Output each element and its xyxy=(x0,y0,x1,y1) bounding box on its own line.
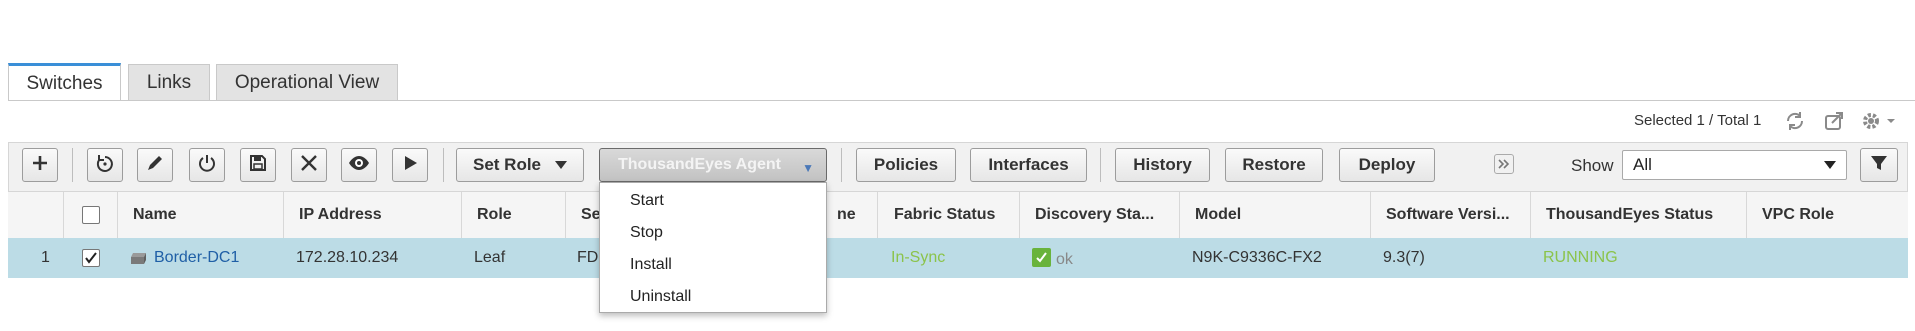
toolbar-separator xyxy=(443,148,444,182)
tab-switches[interactable]: Switches xyxy=(8,63,121,101)
column-separator xyxy=(461,192,462,238)
menu-item-uninstall[interactable]: Uninstall xyxy=(600,281,826,313)
set-role-dropdown[interactable]: Set Role xyxy=(456,148,584,182)
row-index: 1 xyxy=(41,249,50,266)
cell-thousandeyes-status: RUNNING xyxy=(1543,249,1618,266)
cell-serial: FD xyxy=(577,249,599,266)
expand-icon[interactable] xyxy=(1494,154,1514,174)
cell-fabric-status: In-Sync xyxy=(891,249,946,266)
filter-icon xyxy=(1869,153,1889,178)
show-filter-value: All xyxy=(1633,155,1652,174)
restore-button[interactable]: Restore xyxy=(1225,148,1323,182)
table-row[interactable] xyxy=(8,238,1908,278)
rediscover-button[interactable] xyxy=(87,148,123,182)
sync-icon[interactable] xyxy=(1782,108,1808,134)
cell-ip-address: 172.28.10.234 xyxy=(296,249,399,266)
history-button[interactable]: History xyxy=(1115,148,1210,182)
cell-model: N9K-C9336C-FX2 xyxy=(1192,249,1322,266)
select-all-checkbox[interactable] xyxy=(82,206,100,224)
chevron-down-icon: ▼ xyxy=(802,161,814,175)
column-header-model[interactable]: Model xyxy=(1195,206,1241,224)
toolbar-separator xyxy=(72,148,73,182)
column-separator xyxy=(1370,192,1371,238)
run-button[interactable] xyxy=(392,148,428,182)
filter-button[interactable] xyxy=(1860,148,1898,182)
toolbar-separator xyxy=(1100,148,1101,182)
column-separator xyxy=(877,192,878,238)
save-button[interactable] xyxy=(240,148,276,182)
cell-role: Leaf xyxy=(474,249,506,266)
view-button[interactable] xyxy=(341,148,377,182)
column-header-vpc-role[interactable]: VPC Role xyxy=(1762,206,1834,224)
power-icon xyxy=(197,153,217,178)
column-header-name[interactable]: Name xyxy=(133,206,177,224)
column-header-discovery-status[interactable]: Discovery Sta... xyxy=(1035,206,1154,224)
menu-item-stop[interactable]: Stop xyxy=(600,217,826,249)
selection-summary: Selected 1 / Total 1 xyxy=(1634,112,1762,129)
column-header-ip-address[interactable]: IP Address xyxy=(299,206,382,224)
tabs-divider xyxy=(8,100,1915,101)
column-separator xyxy=(63,192,64,238)
add-icon xyxy=(30,153,50,178)
toolbar-separator xyxy=(841,148,842,182)
set-role-label: Set Role xyxy=(472,155,542,174)
view-icon xyxy=(348,153,370,178)
column-separator xyxy=(1179,192,1180,238)
show-label: Show xyxy=(1571,156,1614,175)
save-icon xyxy=(248,153,268,178)
thousandeyes-agent-label: ThousandEyes Agent xyxy=(618,156,781,173)
gear-icon[interactable] xyxy=(1858,108,1898,134)
column-separator xyxy=(565,192,566,238)
column-header-fabric-status[interactable]: Fabric Status xyxy=(894,206,995,224)
deploy-button[interactable]: Deploy xyxy=(1339,148,1435,182)
export-icon[interactable] xyxy=(1821,108,1847,134)
refresh-icon xyxy=(95,153,115,178)
delete-button[interactable] xyxy=(291,148,327,182)
chevron-down-icon xyxy=(555,161,568,169)
edit-button[interactable] xyxy=(137,148,173,182)
column-header-thousandeyes-status[interactable]: ThousandEyes Status xyxy=(1546,206,1713,224)
power-button[interactable] xyxy=(189,148,225,182)
add-button[interactable] xyxy=(22,148,58,182)
column-separator xyxy=(1530,192,1531,238)
switch-device-icon xyxy=(130,250,148,271)
thousandeyes-agent-menu: Start Stop Install Uninstall xyxy=(599,182,827,313)
device-name-link[interactable]: Border-DC1 xyxy=(154,249,239,267)
show-filter-select[interactable]: All xyxy=(1622,150,1847,180)
column-header-role[interactable]: Role xyxy=(477,206,512,224)
delete-icon xyxy=(299,153,319,178)
column-header-software-version[interactable]: Software Versi... xyxy=(1386,206,1510,224)
tab-links[interactable]: Links xyxy=(128,64,210,100)
tab-operational-view[interactable]: Operational View xyxy=(216,64,398,100)
cell-discovery-status: ok xyxy=(1056,251,1073,268)
thousandeyes-agent-dropdown[interactable]: ThousandEyes Agent ▼ xyxy=(599,148,827,182)
column-separator xyxy=(1019,192,1020,238)
policies-button[interactable]: Policies xyxy=(856,148,956,182)
cell-software-version: 9.3(7) xyxy=(1383,249,1425,266)
menu-item-install[interactable]: Install xyxy=(600,249,826,281)
column-header-serial[interactable]: Se xyxy=(581,206,601,224)
column-separator xyxy=(117,192,118,238)
interfaces-button[interactable]: Interfaces xyxy=(970,148,1087,182)
chevron-down-icon xyxy=(1824,161,1836,169)
column-separator xyxy=(283,192,284,238)
column-separator xyxy=(1746,192,1747,238)
edit-icon xyxy=(145,153,165,178)
check-ok-icon xyxy=(1032,248,1051,267)
menu-item-start[interactable]: Start xyxy=(600,185,826,217)
row-checkbox[interactable] xyxy=(82,249,100,267)
play-icon xyxy=(400,153,420,178)
column-header-hidden[interactable]: ne xyxy=(837,206,856,224)
